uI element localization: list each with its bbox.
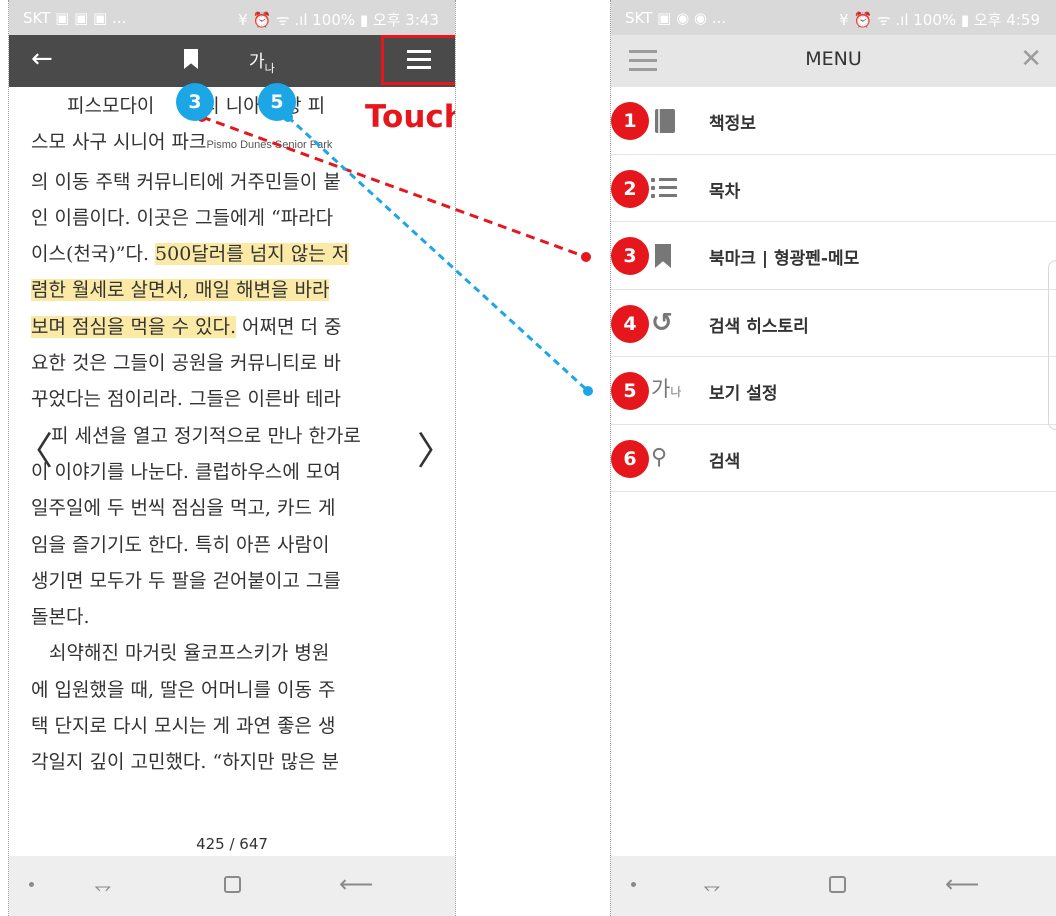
connector-lines [197, 112, 593, 396]
connector-dot-5-end [583, 386, 593, 396]
callout-badge-3: 3 [176, 83, 214, 121]
callout-badge-5: 5 [258, 83, 296, 121]
tutorial-canvas: SKT ▣ ▣ ▣ ... ¥ ⏰ ᯤ .ıl 100% ▮ 오후 3:43 ←… [0, 0, 1056, 916]
connector-dot-3-end [581, 252, 591, 262]
connector-line-3 [201, 115, 587, 259]
connector-line-5 [286, 115, 590, 393]
